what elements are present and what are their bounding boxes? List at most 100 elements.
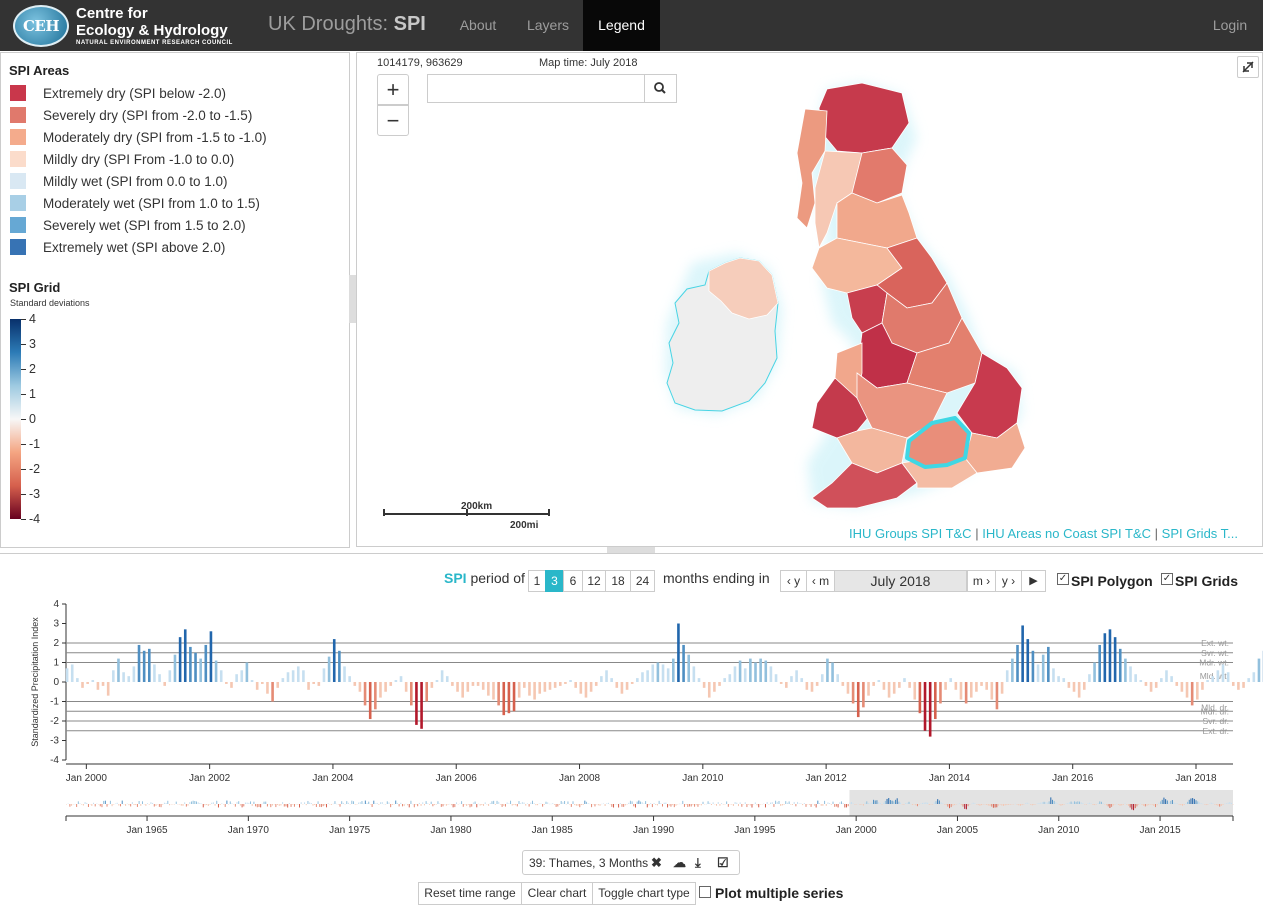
spi-bar: [594, 682, 598, 686]
remove-series-icon[interactable]: ✖: [651, 855, 662, 871]
plot-multiple-checkbox[interactable]: [699, 886, 711, 898]
map-panel[interactable]: 1014179, 963629 Map time: July 2018 + − …: [356, 52, 1263, 547]
overview-bar: [611, 804, 613, 807]
period-6-button[interactable]: 6: [563, 570, 583, 592]
overview-bar: [770, 802, 772, 804]
period-3-button[interactable]: 3: [545, 570, 564, 592]
spi-bar: [605, 670, 608, 682]
overview-bar: [498, 801, 500, 804]
ceh-brand[interactable]: CEH Centre for Ecology & Hydrology NATUR…: [13, 3, 233, 49]
grid-tick-mark: [21, 419, 26, 420]
clear-chart-button[interactable]: Clear chart: [521, 882, 593, 905]
overview-bar: [130, 804, 132, 807]
overview-bar: [950, 804, 952, 808]
overview-bar: [516, 804, 518, 807]
check-square-icon[interactable]: ☑: [717, 855, 729, 871]
overview-bar: [754, 802, 756, 804]
overview-bar: [531, 800, 533, 804]
overview-bar: [1190, 798, 1192, 804]
login-link[interactable]: Login: [1200, 0, 1260, 51]
spi-bar-chart[interactable]: Standardized Precipitation Index 4 3 2 1 0 -1 -…: [0, 594, 1263, 884]
overview-bar: [238, 801, 240, 804]
period-18-button[interactable]: 18: [605, 570, 631, 592]
spi-bar: [805, 682, 809, 690]
overview-bar: [1178, 804, 1180, 805]
overview-bar: [1073, 801, 1075, 804]
spi-bar: [230, 682, 233, 688]
spi-bar: [769, 666, 773, 682]
overview-bar: [991, 804, 993, 807]
overview-bar: [900, 802, 902, 804]
legend-row: Mildly dry (SPI From -1.0 to 0.0): [10, 150, 234, 168]
period-1-button[interactable]: 1: [528, 570, 546, 592]
collapse-button[interactable]: [1237, 56, 1259, 78]
nav-about[interactable]: About: [443, 0, 513, 51]
overview-bar: [989, 804, 991, 806]
cloud-upload-icon[interactable]: ☁: [673, 855, 686, 871]
spi-bar: [1041, 654, 1045, 682]
spi-bar: [877, 680, 881, 682]
spi-bar: [1190, 682, 1194, 706]
overview-bar: [542, 804, 544, 807]
nav-layers[interactable]: Layers: [513, 0, 583, 51]
overview-bar: [1024, 803, 1026, 804]
overview-bar: [1198, 802, 1200, 804]
download-icon[interactable]: ⤓: [695, 855, 701, 871]
map-search-input[interactable]: [427, 74, 645, 103]
overview-bar: [866, 801, 868, 804]
overview-bar: [758, 804, 760, 808]
overview-bar: [768, 804, 770, 805]
overview-bar: [351, 800, 353, 804]
overview-bar: [668, 804, 670, 806]
overview-bar: [91, 804, 93, 806]
spi-grids-checkbox[interactable]: ✓: [1161, 573, 1173, 585]
period-24-button[interactable]: 24: [630, 570, 655, 592]
overview-bar: [234, 804, 236, 807]
spi-bar: [266, 682, 269, 694]
overview-bar: [709, 802, 711, 804]
attribution-link-groups[interactable]: IHU Groups SPI T&C: [849, 526, 972, 541]
overview-bar: [1021, 804, 1023, 806]
spi-bar: [558, 682, 562, 686]
overview-bar: [290, 804, 292, 807]
date-display[interactable]: July 2018: [834, 570, 967, 592]
spi-bar: [153, 664, 156, 682]
overview-tick-label: Jan 2015: [1139, 825, 1181, 836]
spi-bar: [1180, 682, 1184, 692]
period-12-button[interactable]: 12: [582, 570, 606, 592]
overview-bar: [937, 799, 939, 804]
panel-splitter-vertical[interactable]: [349, 275, 356, 323]
uk-map[interactable]: [357, 53, 1263, 547]
next-year-button[interactable]: y ›: [995, 570, 1022, 592]
grid-tick-label: 1: [29, 387, 36, 401]
overview-bar: [334, 801, 336, 804]
overview-bar: [202, 804, 204, 808]
zoom-out-button[interactable]: −: [377, 105, 409, 136]
overview-bar: [916, 804, 918, 807]
attribution-link-grids[interactable]: SPI Grids T...: [1162, 526, 1238, 541]
overview-bar: [1068, 802, 1070, 804]
scotland-north: [818, 82, 910, 154]
spi-bar: [1088, 674, 1091, 682]
spi-polygon-checkbox[interactable]: ✓: [1057, 573, 1069, 585]
search-button[interactable]: [644, 74, 677, 103]
overview-bar: [263, 801, 265, 804]
overview-bar: [947, 804, 949, 807]
zoom-in-button[interactable]: +: [377, 74, 409, 105]
overview-bar: [506, 802, 508, 804]
grid-tick-label: 4: [29, 312, 36, 326]
play-button[interactable]: ▶: [1021, 570, 1046, 592]
spi-bar: [70, 664, 74, 682]
overview-bar: [673, 804, 675, 808]
prev-year-button[interactable]: ‹ y: [780, 570, 807, 592]
prev-month-button[interactable]: ‹ m: [806, 570, 835, 592]
overview-bar: [922, 802, 924, 804]
nav-legend[interactable]: Legend: [583, 0, 660, 51]
toggle-chart-type-button[interactable]: Toggle chart type: [592, 882, 696, 905]
overview-bar: [559, 804, 561, 805]
attribution-link-areas[interactable]: IHU Areas no Coast SPI T&C: [982, 526, 1151, 541]
overview-bar: [1085, 804, 1087, 805]
next-month-button[interactable]: m ›: [967, 570, 996, 592]
reset-time-range-button[interactable]: Reset time range: [418, 882, 522, 905]
overview-bar: [886, 798, 888, 804]
